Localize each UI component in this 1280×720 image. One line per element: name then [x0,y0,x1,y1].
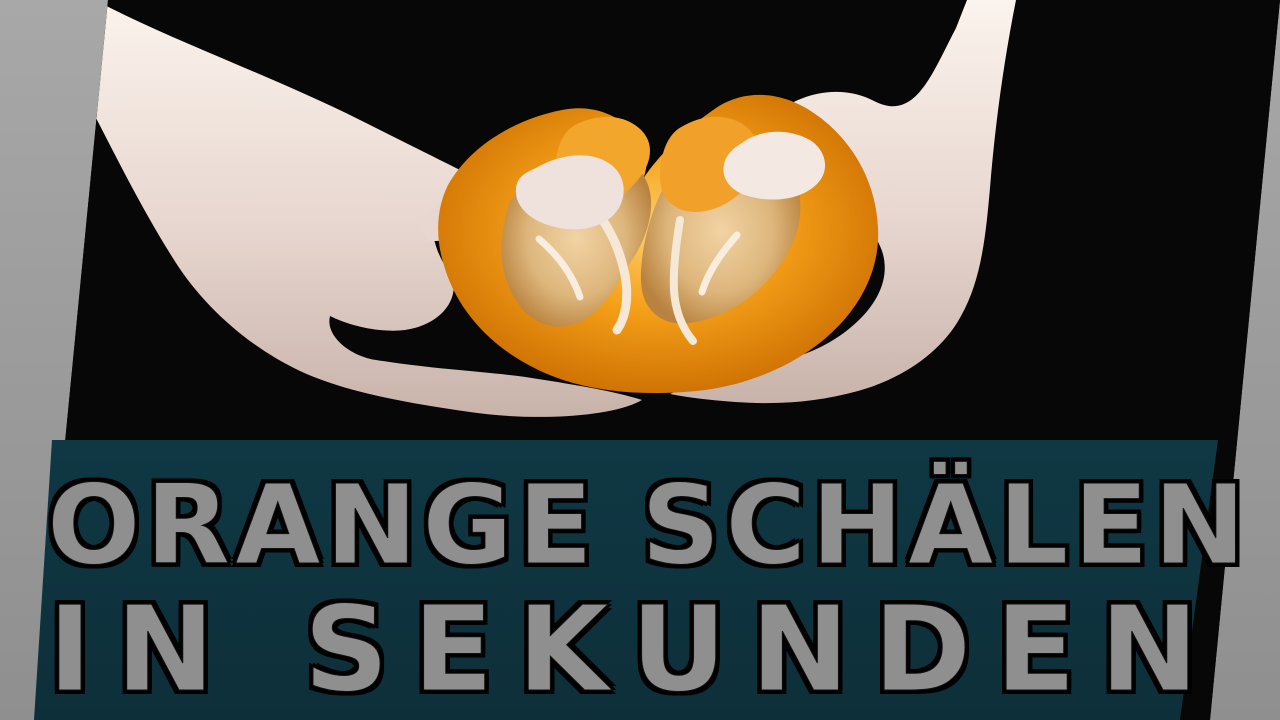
headline-line-2: IN SEKUNDEN [48,580,1223,718]
thumbnail-frame: ORANGE SCHÄLEN IN SEKUNDEN [0,0,1280,720]
headline-line-1: ORANGE SCHÄLEN [47,461,1251,589]
